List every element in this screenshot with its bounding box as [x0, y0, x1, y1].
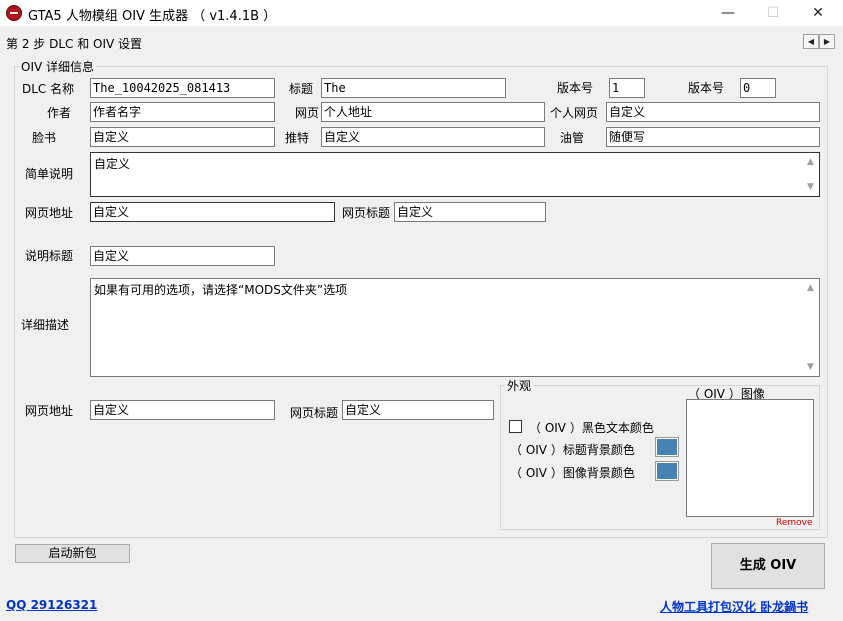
scroll-down-icon[interactable]: ▼ — [802, 360, 819, 374]
image-bg-color-swatch[interactable] — [655, 461, 679, 481]
remove-image-link[interactable]: Remove — [776, 518, 813, 528]
start-new-package-button[interactable]: 启动新包 — [15, 544, 130, 563]
webpage-label: 网页 — [295, 106, 320, 120]
scroll-up-icon[interactable]: ▲ — [802, 281, 819, 295]
scroll-down-icon[interactable]: ▼ — [802, 180, 819, 194]
brief-description-textarea[interactable]: 自定义 ▲ ▼ — [90, 152, 820, 197]
url-title-label-2: 网页标题 — [290, 406, 339, 420]
maximize-button[interactable]: ☐ — [750, 0, 796, 26]
author-field[interactable]: 作者名字 — [90, 102, 275, 122]
prev-step-arrow-icon[interactable]: ◀ — [803, 34, 819, 49]
dlc-name-field[interactable]: The_10042025_081413 — [90, 78, 275, 98]
description-title-field[interactable]: 自定义 — [90, 246, 275, 266]
facebook-field[interactable]: 自定义 — [90, 127, 275, 147]
detailed-description-scrollbar[interactable]: ▲ ▼ — [802, 279, 819, 376]
dlc-name-label: DLC 名称 — [22, 82, 75, 96]
generate-oiv-button[interactable]: 生成 OIV — [711, 543, 825, 589]
youtube-field[interactable]: 随便写 — [606, 127, 820, 147]
title-field[interactable]: The — [321, 78, 506, 98]
webpage-field[interactable]: 个人地址 — [321, 102, 545, 122]
author-label: 作者 — [47, 106, 72, 120]
oiv-details-group-title: OIV 详细信息 — [19, 58, 97, 75]
url-title-field-2[interactable]: 自定义 — [342, 400, 494, 420]
app-logo-icon — [6, 5, 22, 21]
url-title-label-1: 网页标题 — [342, 206, 391, 220]
black-text-checkbox[interactable] — [509, 420, 522, 433]
detailed-description-text: 如果有可用的选项，请选择“MODS文件夹”选项 — [94, 283, 348, 297]
title-bg-color-swatch[interactable] — [655, 437, 679, 457]
version-label-minor: 版本号 — [688, 81, 725, 95]
personal-page-label: 个人网页 — [550, 106, 599, 120]
close-button[interactable]: ✕ — [795, 0, 841, 26]
minimize-button[interactable]: — — [705, 0, 751, 26]
twitter-label: 推特 — [285, 131, 310, 145]
version-major-field[interactable]: 1 — [609, 78, 645, 98]
url-label-2: 网页地址 — [25, 404, 74, 418]
description-title-label: 说明标题 — [25, 249, 74, 263]
qq-link[interactable]: QQ 29126321 — [6, 598, 97, 612]
oiv-image-box[interactable] — [686, 399, 814, 517]
detailed-description-label: 详细描述 — [21, 318, 70, 332]
url-title-field-1[interactable]: 自定义 — [394, 202, 546, 222]
version-label-major: 版本号 — [557, 81, 594, 95]
url-field-2[interactable]: 自定义 — [90, 400, 275, 420]
version-minor-field[interactable]: 0 — [740, 78, 776, 98]
next-step-arrow-icon[interactable]: ▶ — [819, 34, 835, 49]
youtube-label: 油管 — [560, 131, 585, 145]
url-field-1[interactable]: 自定义 — [90, 202, 335, 222]
detailed-description-textarea[interactable]: 如果有可用的选项，请选择“MODS文件夹”选项 ▲ ▼ — [90, 278, 820, 377]
twitter-field[interactable]: 自定义 — [321, 127, 545, 147]
facebook-label: 脸书 — [32, 131, 57, 145]
brief-description-scrollbar[interactable]: ▲ ▼ — [802, 153, 819, 196]
scroll-up-icon[interactable]: ▲ — [802, 155, 819, 169]
brief-description-label: 简单说明 — [25, 167, 74, 181]
appearance-group-title: 外观 — [505, 377, 534, 394]
credit-link[interactable]: 人物工具打包汉化 卧龙鍋书 — [660, 598, 808, 615]
personal-page-field[interactable]: 自定义 — [606, 102, 820, 122]
title-bg-color-label: （ OIV ）标题背景颜色 — [510, 443, 635, 457]
image-bg-color-label: （ OIV ）图像背景颜色 — [510, 466, 635, 480]
title-label: 标题 — [289, 82, 314, 96]
brief-description-text: 自定义 — [94, 157, 131, 171]
url-label-1: 网页地址 — [25, 206, 74, 220]
step-label: 第 2 步 DLC 和 OIV 设置 — [6, 37, 143, 51]
black-text-label: （ OIV ）黑色文本颜色 — [529, 421, 654, 435]
window-title: GTA5 人物模组 OIV 生成器 （ v1.4.1B ） — [28, 9, 277, 24]
